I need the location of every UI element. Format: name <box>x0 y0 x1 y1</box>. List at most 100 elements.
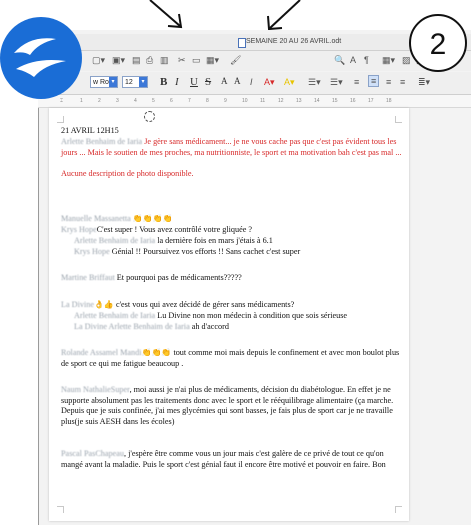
comment-line: Martine Briffaut Et pourquoi pas de médi… <box>61 273 406 284</box>
clear-formatting-icon[interactable]: I <box>250 77 253 87</box>
horizontal-ruler[interactable]: ⌶ 1 2 3 4 5 6 7 8 9 10 11 12 13 14 15 16… <box>38 95 471 108</box>
comment-line: Manuelle Massanetta 👏👏👏👏 <box>61 214 406 225</box>
chevron-down-icon[interactable]: ▾ <box>109 77 117 87</box>
reply-line: La Divine Arlette Benhaim de Iaria ah d'… <box>61 322 419 333</box>
italic-button[interactable]: I <box>175 76 179 88</box>
ruler-mark: 3 <box>116 98 119 104</box>
strikethrough-button[interactable]: S <box>205 76 211 88</box>
clap-emoji: 👏👏👏👏 <box>132 214 173 223</box>
ruler-mark: 15 <box>332 98 338 104</box>
comment-line: La Divine👌👍 c'est vous qui avez décidé d… <box>61 300 406 311</box>
comment-text: C'est super ! Vous avez contrôlé votre g… <box>96 225 253 234</box>
comment-paragraph: Pascal PasChapeau, j'espère être comme v… <box>61 449 406 470</box>
image-icon[interactable]: ▨ <box>402 55 411 66</box>
print-icon[interactable]: ⎙ <box>146 55 153 66</box>
ruler-mark: 13 <box>296 98 302 104</box>
author-name: Manuelle Massanetta <box>61 214 131 223</box>
reply-text: ah d'accord <box>191 322 229 331</box>
highlight-icon[interactable]: A▾ <box>284 77 295 88</box>
ok-emoji: 👌👍 <box>93 300 114 309</box>
spellcheck-icon[interactable]: A <box>350 55 356 65</box>
author-name: Pascal PasChapeau <box>61 449 124 458</box>
templates-icon[interactable]: ▣▾ <box>112 55 125 66</box>
align-center-icon[interactable]: ≡ <box>368 75 380 87</box>
date-heading: 21 AVRIL 12H15 <box>61 126 119 135</box>
font-size-value: 12 <box>125 79 133 86</box>
bold-button[interactable]: B <box>160 76 167 88</box>
step-number-badge: 2 <box>409 14 467 72</box>
new-document-icon[interactable]: ▢▾ <box>92 55 105 66</box>
pdf-icon[interactable]: ▥ <box>160 55 169 66</box>
reply-text: Génial !! Poursuivez vos efforts !! Sans… <box>111 247 301 256</box>
clone-format-icon[interactable]: 🖌 <box>230 55 241 66</box>
underline-button[interactable]: U <box>190 76 198 88</box>
reply-line: Arlette Benhaim de Iaria la dernière foi… <box>61 236 419 247</box>
line-spacing-icon[interactable]: ≣▾ <box>418 77 430 88</box>
ruler-mark: 5 <box>152 98 155 104</box>
page-corner-mark <box>395 116 402 123</box>
author-name: Krys Hope <box>74 247 110 256</box>
author-name: Naum NathalieSuper <box>61 385 130 394</box>
ruler-mark: 4 <box>134 98 137 104</box>
cut-icon[interactable]: ✂ <box>178 55 186 66</box>
comment-line: Krys HopeC'est super ! Vous avez contrôl… <box>61 225 406 236</box>
standard-toolbar: ▢▾ ▣▾ ▤ ⎙ ▥ ✂ ▭ ▦▾ 🖌 🔍 A ¶ ▦▾ ▨ ▮ <box>38 51 471 71</box>
ruler-mark: 9 <box>224 98 227 104</box>
formatting-toolbar: w Ror ▾ 12 ▾ B I U S A A I A▾ A▾ ☰▾ ☰▾ ≡… <box>38 72 471 95</box>
numbering-icon[interactable]: ☰▾ <box>330 77 343 88</box>
author-name: Arlette Benhaim de Iaria <box>74 311 156 320</box>
ruler-mark: 10 <box>242 98 248 104</box>
comment-text: Et pourquoi pas de médicaments????? <box>116 273 242 282</box>
page-corner-mark <box>395 506 402 513</box>
find-icon[interactable]: 🔍 <box>334 55 345 66</box>
author-name: La Divine Arlette Benhaim de Iaria <box>74 322 190 331</box>
page-corner-mark <box>57 506 64 513</box>
reply-text: la dernière fois en mars j'étais à 6.1 <box>157 236 273 245</box>
copy-icon[interactable]: ▭ <box>192 55 201 66</box>
table-icon[interactable]: ▦▾ <box>382 55 395 66</box>
author-name: Arlette Benhaim de Iaria <box>74 236 156 245</box>
clap-emoji: 👏👏👏 <box>141 348 172 357</box>
align-right-icon[interactable]: ≡ <box>386 77 391 87</box>
author-name: Arlette Benhaim de Iaria <box>61 137 143 146</box>
comment-paragraph: Naum NathalieSuper, moi aussi je n'ai pl… <box>61 385 406 427</box>
ruler-mark: 8 <box>206 98 209 104</box>
ruler-mark: 6 <box>170 98 173 104</box>
font-color-icon[interactable]: A▾ <box>264 77 275 88</box>
chevron-down-icon[interactable]: ▾ <box>139 77 147 87</box>
paste-icon[interactable]: ▦▾ <box>206 55 219 66</box>
seagull-icon <box>14 38 66 77</box>
ruler-mark: 11 <box>260 98 266 104</box>
document-icon <box>238 38 246 48</box>
reply-line: Krys Hope Génial !! Poursuivez vos effor… <box>61 247 419 258</box>
subscript-button[interactable]: A <box>234 76 241 86</box>
post-paragraph: Arlette Benhaim de Iaria Je gère sans mé… <box>61 137 406 158</box>
align-left-icon[interactable]: ≡ <box>354 77 359 87</box>
ruler-mark: 18 <box>386 98 392 104</box>
font-size-box[interactable]: 12 ▾ <box>122 76 148 88</box>
openoffice-logo <box>0 17 82 99</box>
save-icon[interactable]: ▤ <box>132 55 141 66</box>
author-name: La Divine <box>61 300 94 309</box>
page-corner-mark <box>57 116 64 123</box>
title-bar: SEMAINE 20 AU 26 AVRIL.odt <box>38 34 471 51</box>
font-name-box[interactable]: w Ror ▾ <box>90 76 118 88</box>
comment-paragraph: Rolande Assamel Mandi👏👏👏 tout comme moi … <box>61 348 406 369</box>
ruler-mark: 7 <box>188 98 191 104</box>
cursor-highlight <box>144 111 155 122</box>
formatting-marks-icon[interactable]: ¶ <box>364 55 369 65</box>
document-page[interactable]: 21 AVRIL 12H15 Arlette Benhaim de Iaria … <box>49 108 409 521</box>
justify-icon[interactable]: ≡ <box>400 77 405 87</box>
reply-text: Lu Divine non mon médecin à condition qu… <box>157 311 348 320</box>
author-name: Krys Hope <box>61 225 97 234</box>
author-name: Martine Briffaut <box>61 273 115 282</box>
ruler-mark: 12 <box>278 98 284 104</box>
bullets-icon[interactable]: ☰▾ <box>308 77 321 88</box>
superscript-button[interactable]: A <box>221 76 228 86</box>
ruler-mark: 17 <box>368 98 374 104</box>
comment-text: c'est vous qui avez décidé de gérer sans… <box>115 300 295 309</box>
ruler-mark: 16 <box>350 98 356 104</box>
window-title: SEMAINE 20 AU 26 AVRIL.odt <box>246 38 342 45</box>
image-note: Aucune description de photo disponible. <box>61 169 194 178</box>
ruler-mark: 14 <box>314 98 320 104</box>
